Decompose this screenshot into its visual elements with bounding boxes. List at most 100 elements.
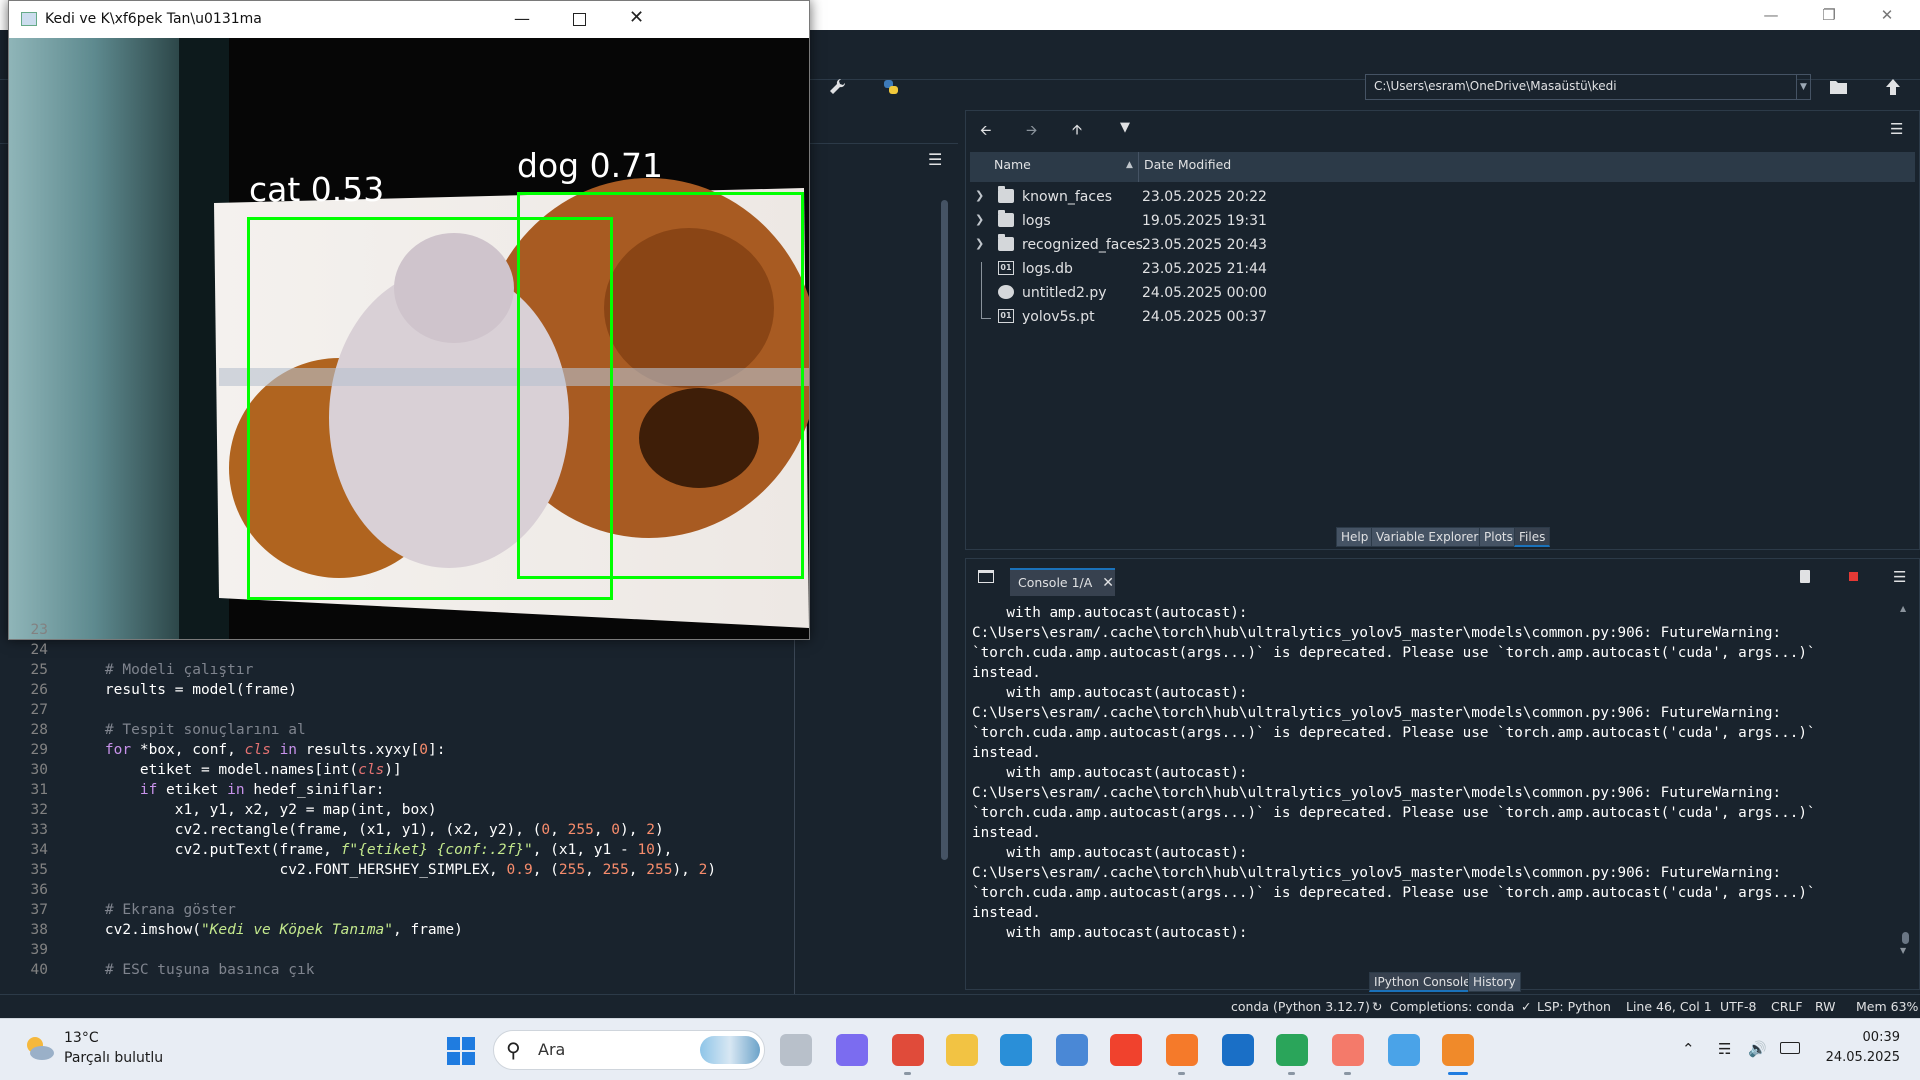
console-tab[interactable]: Console 1/A ✕ bbox=[1010, 568, 1115, 596]
file-row[interactable]: ❯ known_faces 23.05.2025 20:22 bbox=[970, 186, 1915, 210]
console-line: with amp.autocast(autocast): bbox=[972, 685, 1248, 701]
path-dropdown-button[interactable]: ▼ bbox=[1797, 74, 1811, 100]
chrome-icon[interactable] bbox=[892, 1034, 924, 1066]
console-window-icon[interactable] bbox=[978, 570, 994, 583]
copilot-icon[interactable] bbox=[836, 1034, 868, 1066]
parent-directory-icon[interactable] bbox=[1880, 74, 1906, 100]
windows-start-icon[interactable] bbox=[446, 1036, 476, 1066]
file-row[interactable]: ❯ logs 19.05.2025 19:31 bbox=[970, 210, 1915, 234]
pane-tab[interactable]: Plots bbox=[1479, 527, 1518, 547]
opencv-close-button[interactable]: ✕ bbox=[629, 7, 644, 28]
firefox-icon[interactable] bbox=[1166, 1034, 1198, 1066]
file-explorer-icon[interactable] bbox=[946, 1034, 978, 1066]
file-row[interactable]: 01 yolov5s.pt 24.05.2025 00:37 bbox=[970, 306, 1915, 330]
outlook-icon[interactable] bbox=[1222, 1034, 1254, 1066]
expand-chevron-icon[interactable]: ❯ bbox=[975, 189, 984, 202]
editor-options-icon[interactable]: ☰ bbox=[928, 150, 942, 169]
scroll-up-icon[interactable]: ▲ bbox=[1900, 604, 1906, 613]
code-line[interactable]: cv2.rectangle(frame, (x1, y1), (x2, y2),… bbox=[70, 820, 664, 840]
scroll-down-icon[interactable]: ▼ bbox=[1900, 946, 1906, 955]
file-row[interactable]: 01 logs.db 23.05.2025 21:44 bbox=[970, 258, 1915, 282]
clock-date[interactable]: 24.05.2025 bbox=[1820, 1050, 1900, 1065]
store-icon[interactable] bbox=[1056, 1034, 1088, 1066]
column-name-header[interactable]: Name bbox=[994, 157, 1031, 172]
weather-desc[interactable]: Parçalı bulutlu bbox=[64, 1050, 163, 1066]
line-number: 37 bbox=[30, 902, 48, 918]
code-line[interactable]: results = model(frame) bbox=[70, 680, 297, 700]
code-line[interactable]: cv2.FONT_HERSHEY_SIMPLEX, 0.9, (255, 255… bbox=[70, 860, 717, 880]
close-tab-icon[interactable]: ✕ bbox=[1102, 575, 1114, 591]
opencv-minimize-button[interactable]: — bbox=[514, 9, 530, 28]
volume-icon[interactable]: 🔊 bbox=[1748, 1040, 1767, 1058]
console-output[interactable]: with amp.autocast(autocast): C:\Users\esr… bbox=[972, 603, 1892, 943]
opencv-maximize-button[interactable] bbox=[573, 13, 586, 26]
working-directory-input[interactable]: C:\Users\esram\OneDrive\Masaüstü\kedi bbox=[1365, 74, 1797, 100]
weather-cloud-icon[interactable] bbox=[22, 1033, 56, 1063]
expand-chevron-icon[interactable]: ❯ bbox=[975, 213, 984, 226]
file-date: 23.05.2025 20:22 bbox=[1142, 189, 1267, 205]
status-env[interactable]: conda (Python 3.12.7) bbox=[1231, 999, 1370, 1014]
console-options-icon[interactable]: ☰ bbox=[1893, 568, 1906, 586]
spyder-close-button[interactable]: ✕ bbox=[1858, 0, 1916, 30]
file-name: yolov5s.pt bbox=[1022, 309, 1095, 325]
spyder-restore-button[interactable]: ❐ bbox=[1800, 0, 1858, 30]
spyder-minimize-button[interactable]: — bbox=[1742, 0, 1800, 30]
console-bottom-tab[interactable]: History bbox=[1468, 972, 1521, 992]
pane-tab[interactable]: Files bbox=[1514, 527, 1551, 547]
pane-tab[interactable]: Variable Explorer bbox=[1371, 527, 1484, 547]
battery-icon[interactable] bbox=[1780, 1042, 1800, 1054]
editor-scrollbar-thumb[interactable] bbox=[941, 200, 948, 860]
chevron-up-icon[interactable]: ⌃ bbox=[1682, 1040, 1695, 1058]
line-number: 25 bbox=[30, 662, 48, 678]
code-line[interactable]: x1, y1, x2, y2 = map(int, box) bbox=[70, 800, 437, 820]
app-ring-icon[interactable] bbox=[1276, 1034, 1308, 1066]
forward-arrow-icon[interactable]: 🡪 bbox=[1026, 120, 1037, 144]
weather-temp[interactable]: 13°C bbox=[64, 1030, 99, 1046]
filter-icon[interactable]: ▼ bbox=[1120, 120, 1130, 135]
trash-icon[interactable] bbox=[1800, 570, 1810, 583]
code-line[interactable]: # ESC tuşuna basınca çık bbox=[70, 960, 315, 980]
code-line[interactable]: etiket = model.names[int(cls)] bbox=[70, 760, 402, 780]
wrench-icon[interactable] bbox=[824, 74, 850, 100]
console-line: `torch.cuda.amp.autocast(args...)` is de… bbox=[972, 805, 1816, 821]
up-arrow-icon[interactable]: 🡩 bbox=[1072, 119, 1082, 143]
code-line[interactable]: # Modeli çalıştır bbox=[70, 660, 253, 680]
tree-line bbox=[981, 318, 991, 319]
python-path-icon[interactable] bbox=[878, 74, 904, 100]
line-number: 23 bbox=[30, 622, 48, 638]
code-line[interactable]: # Ekrana göster bbox=[70, 900, 236, 920]
git-icon[interactable] bbox=[1110, 1034, 1142, 1066]
jupyter-icon[interactable] bbox=[1442, 1034, 1474, 1066]
edge-icon[interactable] bbox=[1000, 1034, 1032, 1066]
pane-tab[interactable]: Help bbox=[1336, 527, 1374, 547]
console-bottom-tab[interactable]: IPython Console bbox=[1369, 972, 1476, 992]
xampp-icon[interactable] bbox=[1332, 1034, 1364, 1066]
code-line[interactable]: for *box, conf, cls in results.xyxy[0]: bbox=[70, 740, 446, 760]
wifi-icon[interactable]: ☴ bbox=[1718, 1040, 1731, 1058]
console-scrollbar-thumb[interactable] bbox=[1902, 932, 1909, 944]
folder-open-icon[interactable] bbox=[1826, 74, 1852, 100]
task-view-icon[interactable] bbox=[780, 1034, 812, 1066]
code-line[interactable]: cv2.putText(frame, f"{etiket} {conf:.2f}… bbox=[70, 840, 673, 860]
column-date-header[interactable]: Date Modified bbox=[1144, 157, 1231, 172]
status-completions[interactable]: Completions: conda bbox=[1390, 999, 1514, 1014]
files-options-icon[interactable]: ☰ bbox=[1890, 120, 1903, 138]
line-number: 27 bbox=[30, 702, 48, 718]
line-number: 29 bbox=[30, 742, 48, 758]
file-row[interactable]: untitled2.py 24.05.2025 00:00 bbox=[970, 282, 1915, 306]
line-number: 35 bbox=[30, 862, 48, 878]
code-line[interactable]: if etiket in hedef_siniflar: bbox=[70, 780, 384, 800]
console-scrollbar[interactable] bbox=[1900, 607, 1910, 947]
stop-icon[interactable] bbox=[1849, 572, 1858, 581]
opencv-titlebar[interactable]: Kedi ve K\xf6pek Tan\u0131ma — ✕ bbox=[9, 1, 809, 38]
console-line: `torch.cuda.amp.autocast(args...)` is de… bbox=[972, 885, 1816, 901]
status-cursor: Line 46, Col 1 bbox=[1626, 999, 1712, 1014]
notepad-icon[interactable] bbox=[1388, 1034, 1420, 1066]
file-row[interactable]: ❯ recognized_faces 23.05.2025 20:43 bbox=[970, 234, 1915, 258]
code-line[interactable]: # Tespit sonuçlarını al bbox=[70, 720, 306, 740]
status-lsp[interactable]: LSP: Python bbox=[1537, 999, 1611, 1014]
clock-time[interactable]: 00:39 bbox=[1840, 1030, 1900, 1045]
code-line[interactable]: cv2.imshow("Kedi ve Köpek Tanıma", frame… bbox=[70, 920, 463, 940]
back-arrow-icon[interactable]: 🡨 bbox=[980, 120, 991, 144]
expand-chevron-icon[interactable]: ❯ bbox=[975, 237, 984, 250]
